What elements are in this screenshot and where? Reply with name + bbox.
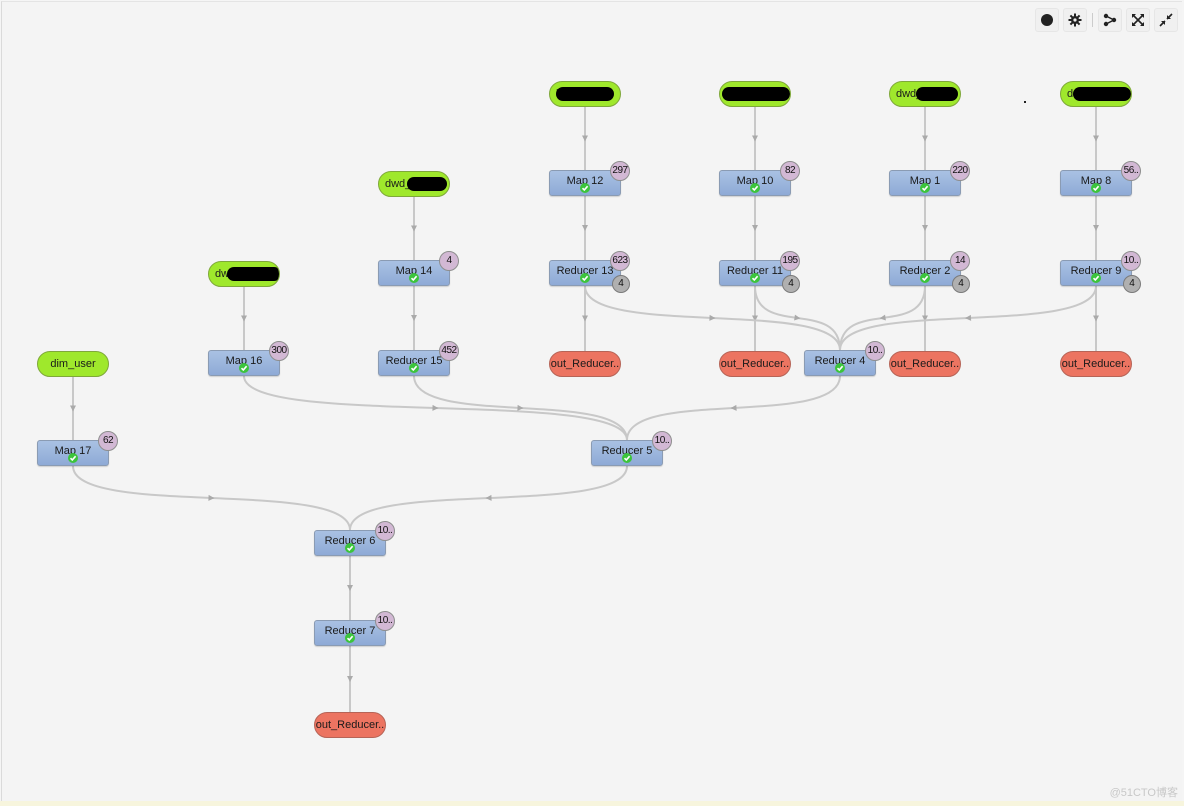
vertex-node-map14[interactable]: Map 14 4 <box>378 251 459 286</box>
output-count-badge[interactable]: 4 <box>1123 275 1141 293</box>
layout-button[interactable] <box>1098 8 1122 32</box>
node-label: out_Reducer.. <box>720 358 790 370</box>
status-succeeded-icon <box>239 363 249 373</box>
graph-toolbar <box>1035 8 1178 32</box>
status-succeeded-icon <box>409 363 419 373</box>
task-count-badge[interactable]: 195 <box>780 251 800 271</box>
status-succeeded-icon <box>580 183 590 193</box>
status-succeeded-icon <box>68 453 78 463</box>
vertex-node-map1[interactable]: Map 1 220 <box>889 161 970 196</box>
node-label: out_Reducer.. <box>890 358 960 370</box>
settings-button[interactable] <box>1063 8 1087 32</box>
fit-button[interactable] <box>1126 8 1150 32</box>
share-graph-icon <box>1103 13 1117 27</box>
task-count-badge[interactable]: 10.. <box>375 521 395 541</box>
vertex-node-red6[interactable]: Reducer 6 10.. <box>314 521 395 556</box>
sink-node-out9[interactable]: out_Reducer.. <box>1060 351 1132 377</box>
source-node-src_dwd2[interactable]: dwd_ <box>378 171 450 197</box>
vertex-node-red2[interactable]: Reducer 2 14 4 <box>889 251 970 293</box>
task-count-badge[interactable]: 82 <box>780 161 800 181</box>
vertex-node-red9[interactable]: Reducer 9 10.. 4 <box>1060 251 1141 293</box>
vertex-node-map10[interactable]: Map 10 82 <box>719 161 800 196</box>
task-count-badge[interactable]: 220 <box>950 161 970 181</box>
source-node-src_x[interactable] <box>719 81 791 107</box>
source-node-src_dim_user[interactable]: dim_user <box>37 351 109 377</box>
output-count-badge[interactable]: 4 <box>782 275 800 293</box>
stray-dot <box>1024 101 1026 103</box>
task-count-badge[interactable]: 452 <box>439 341 459 361</box>
task-count-badge[interactable]: 10.. <box>652 431 672 451</box>
bottom-bar <box>0 801 1184 806</box>
task-count-badge[interactable]: 297 <box>610 161 630 181</box>
status-succeeded-icon <box>345 633 355 643</box>
task-count-badge[interactable]: 14 <box>950 251 970 271</box>
gear-icon <box>1068 13 1082 27</box>
status-succeeded-icon <box>409 273 419 283</box>
output-count-badge[interactable]: 4 <box>952 275 970 293</box>
status-succeeded-icon <box>1091 273 1101 283</box>
redaction-mark <box>722 87 790 101</box>
vertex-node-map16[interactable]: Map 16 300 <box>208 341 289 376</box>
node-label: out_Reducer.. <box>550 358 620 370</box>
output-count-badge[interactable]: 4 <box>612 275 630 293</box>
watermark: @51CTO博客 <box>1109 787 1178 799</box>
status-succeeded-icon <box>345 543 355 553</box>
expand-icon <box>1132 14 1144 26</box>
sink-node-out11[interactable]: out_Reducer.. <box>719 351 791 377</box>
vertex-node-red4[interactable]: Reducer 4 10.. <box>804 341 885 376</box>
sink-node-out7[interactable]: out_Reducer.. <box>314 712 386 738</box>
task-count-badge[interactable]: 300 <box>269 341 289 361</box>
redaction-mark <box>1073 87 1131 101</box>
redaction-mark <box>227 267 279 281</box>
vertex-node-red5[interactable]: Reducer 5 10.. <box>591 431 672 466</box>
status-succeeded-icon <box>622 453 632 463</box>
task-count-badge[interactable]: 56.. <box>1121 161 1141 181</box>
source-node-src_kafka[interactable]: kafkau_ <box>549 81 621 107</box>
record-button[interactable] <box>1035 8 1059 32</box>
vertex-node-red7[interactable]: Reducer 7 10.. <box>314 611 395 646</box>
vertex-node-map12[interactable]: Map 12 297 <box>549 161 630 196</box>
task-count-badge[interactable]: 62 <box>98 431 118 451</box>
record-icon <box>1041 14 1053 26</box>
minimize-button[interactable] <box>1154 8 1178 32</box>
collapse-icon <box>1159 13 1173 27</box>
vertex-node-map8[interactable]: Map 8 56.. <box>1060 161 1141 196</box>
status-succeeded-icon <box>750 273 760 283</box>
task-count-badge[interactable]: 10.. <box>865 341 885 361</box>
sink-node-out13[interactable]: out_Reducer.. <box>549 351 621 377</box>
task-count-badge[interactable]: 10.. <box>1121 251 1141 271</box>
status-succeeded-icon <box>835 363 845 373</box>
toolbar-separator <box>1092 13 1093 27</box>
status-succeeded-icon <box>920 183 930 193</box>
redaction-mark <box>916 87 958 101</box>
redaction-mark <box>407 177 447 191</box>
vertex-node-red15[interactable]: Reducer 15 452 <box>378 341 459 376</box>
task-count-badge[interactable]: 4 <box>439 251 459 271</box>
task-count-badge[interactable]: 623 <box>610 251 630 271</box>
task-count-badge[interactable]: 10.. <box>375 611 395 631</box>
status-succeeded-icon <box>1091 183 1101 193</box>
source-node-src_dwd1[interactable]: dwd_ <box>889 81 961 107</box>
vertex-node-red11[interactable]: Reducer 11 195 4 <box>719 251 800 293</box>
status-succeeded-icon <box>750 183 760 193</box>
source-node-src_dw[interactable]: dw <box>208 261 280 287</box>
vertex-node-red13[interactable]: Reducer 13 623 4 <box>549 251 630 293</box>
node-label: dim_user <box>50 358 96 370</box>
status-succeeded-icon <box>920 273 930 283</box>
node-label: out_Reducer.. <box>315 719 385 731</box>
node-label: out_Reducer.. <box>1061 358 1131 370</box>
source-node-src_d[interactable]: d <box>1060 81 1132 107</box>
redaction-mark <box>556 87 614 101</box>
sink-node-out2[interactable]: out_Reducer.. <box>889 351 961 377</box>
status-succeeded-icon <box>580 273 590 283</box>
dag-canvas[interactable] <box>1 1 1182 801</box>
vertex-node-map17[interactable]: Map 17 62 <box>37 431 118 466</box>
